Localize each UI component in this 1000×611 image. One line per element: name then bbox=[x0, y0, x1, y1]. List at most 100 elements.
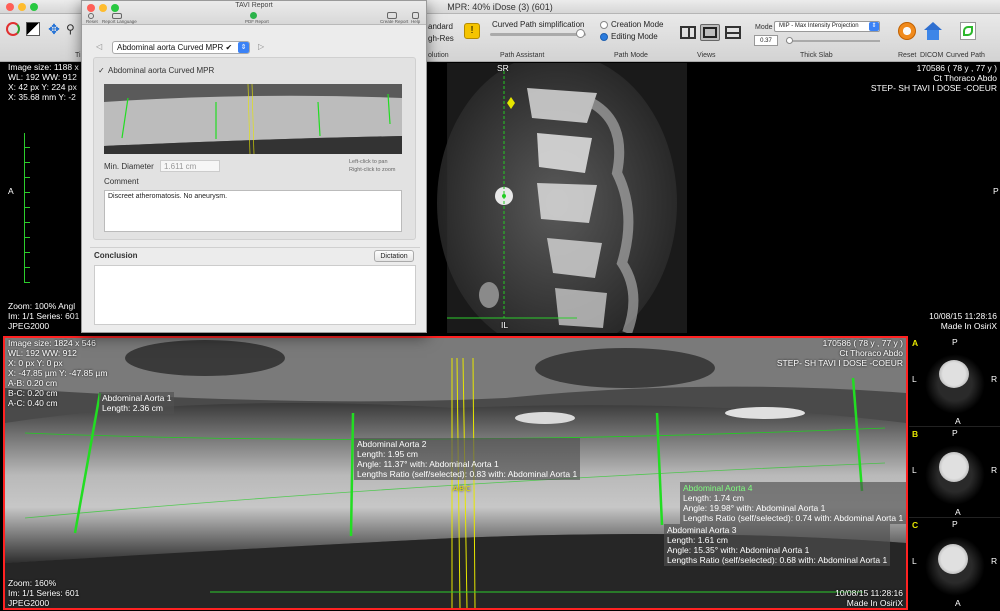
bc-distance-text: B-C: 0.20 cm bbox=[8, 388, 58, 398]
thick-slab-slider[interactable] bbox=[786, 40, 880, 42]
orientation-left-label: A bbox=[8, 186, 14, 196]
curved-mpr-viewport[interactable]: Image size: 1824 x 546 WL: 192 WW: 912 X… bbox=[3, 336, 908, 610]
move-icon[interactable]: ✥ bbox=[46, 21, 62, 37]
comment-textarea[interactable]: Discreet atheromatosis. No aneurysm. bbox=[104, 190, 402, 232]
creation-mode-radio[interactable] bbox=[600, 21, 608, 29]
path-assistant-icon[interactable]: ! bbox=[464, 23, 480, 39]
create-report-icon[interactable] bbox=[387, 12, 397, 19]
codec-text: JPEG2000 bbox=[8, 598, 50, 608]
made-in-text: Made In OsiriX bbox=[846, 598, 903, 608]
measurement-length: Length: 2.36 cm bbox=[102, 403, 163, 413]
codec-text: JPEG2000 bbox=[8, 321, 50, 331]
creation-mode-label[interactable]: Creation Mode bbox=[611, 20, 663, 29]
view-layout-1-icon[interactable] bbox=[680, 26, 696, 39]
create-report-label: Create Report bbox=[380, 19, 409, 24]
ab-distance-text: A-B: 0.20 cm bbox=[8, 378, 58, 388]
dicom-icon[interactable] bbox=[924, 22, 942, 30]
measurement-label-aorta-3[interactable]: Abdominal Aorta 3 Length: 1.61 cm Angle:… bbox=[664, 524, 891, 566]
datetime-text: 10/08/15 11:28:16 bbox=[835, 588, 903, 598]
tavi-report-panel: TAVI Report Reset Report Language PDF Re… bbox=[81, 0, 427, 333]
measurement-label-aorta-1[interactable]: Abdominal Aorta 1 Length: 2.36 cm bbox=[99, 392, 175, 414]
view-layout-3-icon[interactable] bbox=[725, 26, 741, 39]
dictation-button[interactable]: Dictation bbox=[374, 250, 414, 262]
orientation-top: P bbox=[952, 337, 958, 347]
xy-px-text: X: 0 px Y: 0 px bbox=[8, 358, 63, 368]
wl-ww-text: WL: 192 WW: 912 bbox=[8, 348, 77, 358]
measurement-length: Length: 1.61 cm bbox=[667, 535, 728, 545]
report-titlebar: TAVI Report Reset Report Language PDF Re… bbox=[82, 1, 426, 25]
min-diameter-field[interactable]: 1.611 cm bbox=[160, 160, 220, 172]
thumbnail-c[interactable]: C P L R A bbox=[909, 518, 1000, 611]
view-layout-2-icon[interactable] bbox=[700, 24, 720, 41]
section-checkbox[interactable]: ✓ bbox=[98, 66, 105, 75]
ac-distance-text: A-C: 0.40 cm bbox=[8, 398, 58, 408]
curved-mpr-overlay-right: 170586 ( 78 y , 77 y ) Ct Thoraco Abdo S… bbox=[777, 338, 903, 368]
curved-mpr-overlay-bottom: Zoom: 160% Im: 1/1 Series: 601 JPEG2000 bbox=[8, 578, 79, 608]
im-series-text: Im: 1/1 Series: 601 bbox=[8, 588, 80, 598]
next-section-button[interactable]: ▷ bbox=[258, 43, 266, 51]
study-text: Ct Thoraco Abdo bbox=[933, 73, 997, 83]
high-res-option[interactable]: gh-Res bbox=[428, 34, 454, 43]
dicom-label: DICOM bbox=[920, 52, 944, 59]
orientation-bottom-label: IL bbox=[501, 320, 509, 330]
slab-value-field[interactable]: 0.37 bbox=[754, 35, 778, 46]
pdf-report-icon[interactable] bbox=[250, 12, 257, 19]
orientation-top-label: SR bbox=[497, 63, 509, 73]
conclusion-textarea[interactable] bbox=[94, 265, 416, 325]
section-checkbox-label: Abdominal aorta Curved MPR bbox=[108, 66, 215, 75]
path-simplification-label: Curved Path simplification bbox=[492, 20, 585, 29]
curved-path-icon[interactable] bbox=[960, 22, 976, 40]
zoom-text: Zoom: 160% bbox=[8, 578, 57, 588]
orientation-top: P bbox=[952, 519, 958, 529]
measurement-ratio: Lengths Ratio (self/selected): 0.74 with… bbox=[683, 513, 904, 523]
resolution-label: olution bbox=[428, 52, 449, 59]
mode-select-value: MIP - Max Intensity Projection bbox=[779, 23, 859, 29]
pan-hint: Left-click to pan bbox=[349, 159, 388, 165]
xy-mm-text: X: 35.68 mm Y: -2 bbox=[8, 92, 76, 102]
measurement-name: Abdominal Aorta 4 bbox=[683, 483, 753, 493]
series-desc-text: STEP- SH TAVI I DOSE -COEUR bbox=[776, 358, 903, 368]
magnify-icon[interactable]: ⚲ bbox=[66, 21, 80, 37]
conclusion-label: Conclusion bbox=[94, 251, 138, 260]
measurement-label-aorta-4[interactable]: Abdominal Aorta 4 Length: 1.74 cm Angle:… bbox=[680, 482, 906, 524]
patient-id-text: 170586 ( 78 y , 77 y ) bbox=[916, 63, 997, 73]
orientation-bottom: A bbox=[955, 507, 961, 517]
contrast-icon[interactable] bbox=[26, 22, 40, 36]
report-title: TAVI Report bbox=[235, 2, 273, 9]
preview-image bbox=[104, 84, 402, 154]
patient-id-text: 170586 ( 78 y , 77 y ) bbox=[822, 338, 903, 348]
measurement-ratio: Lengths Ratio (self/selected): 0.83 with… bbox=[357, 469, 578, 479]
prev-section-button[interactable]: ◁ bbox=[96, 43, 104, 51]
measurement-label-aorta-2[interactable]: Abdominal Aorta 2 Length: 1.95 cm Angle:… bbox=[354, 438, 581, 480]
editing-mode-label[interactable]: Editing Mode bbox=[611, 32, 658, 41]
dicom-icon-body[interactable] bbox=[927, 30, 939, 40]
thumbnail-a[interactable]: A P L R A bbox=[909, 336, 1000, 427]
help-icon[interactable] bbox=[412, 12, 419, 19]
reset-label: Reset bbox=[898, 52, 917, 59]
thick-slab-slider-thumb[interactable] bbox=[786, 37, 793, 44]
section-select[interactable]: Abdominal aorta Curved MPR ✔ ⇕ bbox=[112, 41, 250, 54]
curved-mpr-overlay-info: Image size: 1824 x 546 WL: 192 WW: 912 X… bbox=[8, 338, 107, 408]
editing-mode-radio[interactable] bbox=[600, 33, 608, 41]
orientation-bottom: A bbox=[955, 598, 961, 608]
zoom-hint: Right-click to zoom bbox=[349, 167, 396, 173]
image-size-text: Image size: 1824 x 546 bbox=[8, 338, 96, 348]
top-right-viewport[interactable]: SR IL P 170586 ( 78 y , 77 y ) Ct Thorac… bbox=[427, 63, 1000, 333]
rotate-icon[interactable] bbox=[6, 22, 20, 36]
scale-ruler-ticks bbox=[24, 133, 30, 283]
section-select-value: Abdominal aorta Curved MPR ✔ bbox=[117, 43, 233, 52]
standard-option[interactable]: andard bbox=[428, 22, 453, 31]
spine-ct-image bbox=[437, 63, 687, 333]
thumbnail-b[interactable]: B P L R A bbox=[909, 427, 1000, 518]
thick-slab-label: Thick Slab bbox=[800, 52, 833, 59]
curved-mpr-preview[interactable] bbox=[104, 84, 402, 154]
path-simplification-slider[interactable] bbox=[490, 33, 586, 36]
curved-mpr-overlay-right-bottom: 10/08/15 11:28:16 Made In OsiriX bbox=[835, 588, 903, 608]
wl-ww-text: WL: 192 WW: 912 bbox=[8, 72, 77, 82]
report-reset-label: Reset bbox=[86, 19, 98, 24]
reset-icon[interactable] bbox=[898, 22, 916, 40]
mode-select[interactable]: MIP - Max Intensity Projection ⇕ bbox=[774, 21, 880, 32]
path-simplification-slider-thumb[interactable] bbox=[576, 29, 585, 38]
xy-px-text: X: 42 px Y: 224 px bbox=[8, 82, 77, 92]
measurement-angle: Angle: 11.37° with: Abdominal Aorta 1 bbox=[357, 459, 499, 469]
